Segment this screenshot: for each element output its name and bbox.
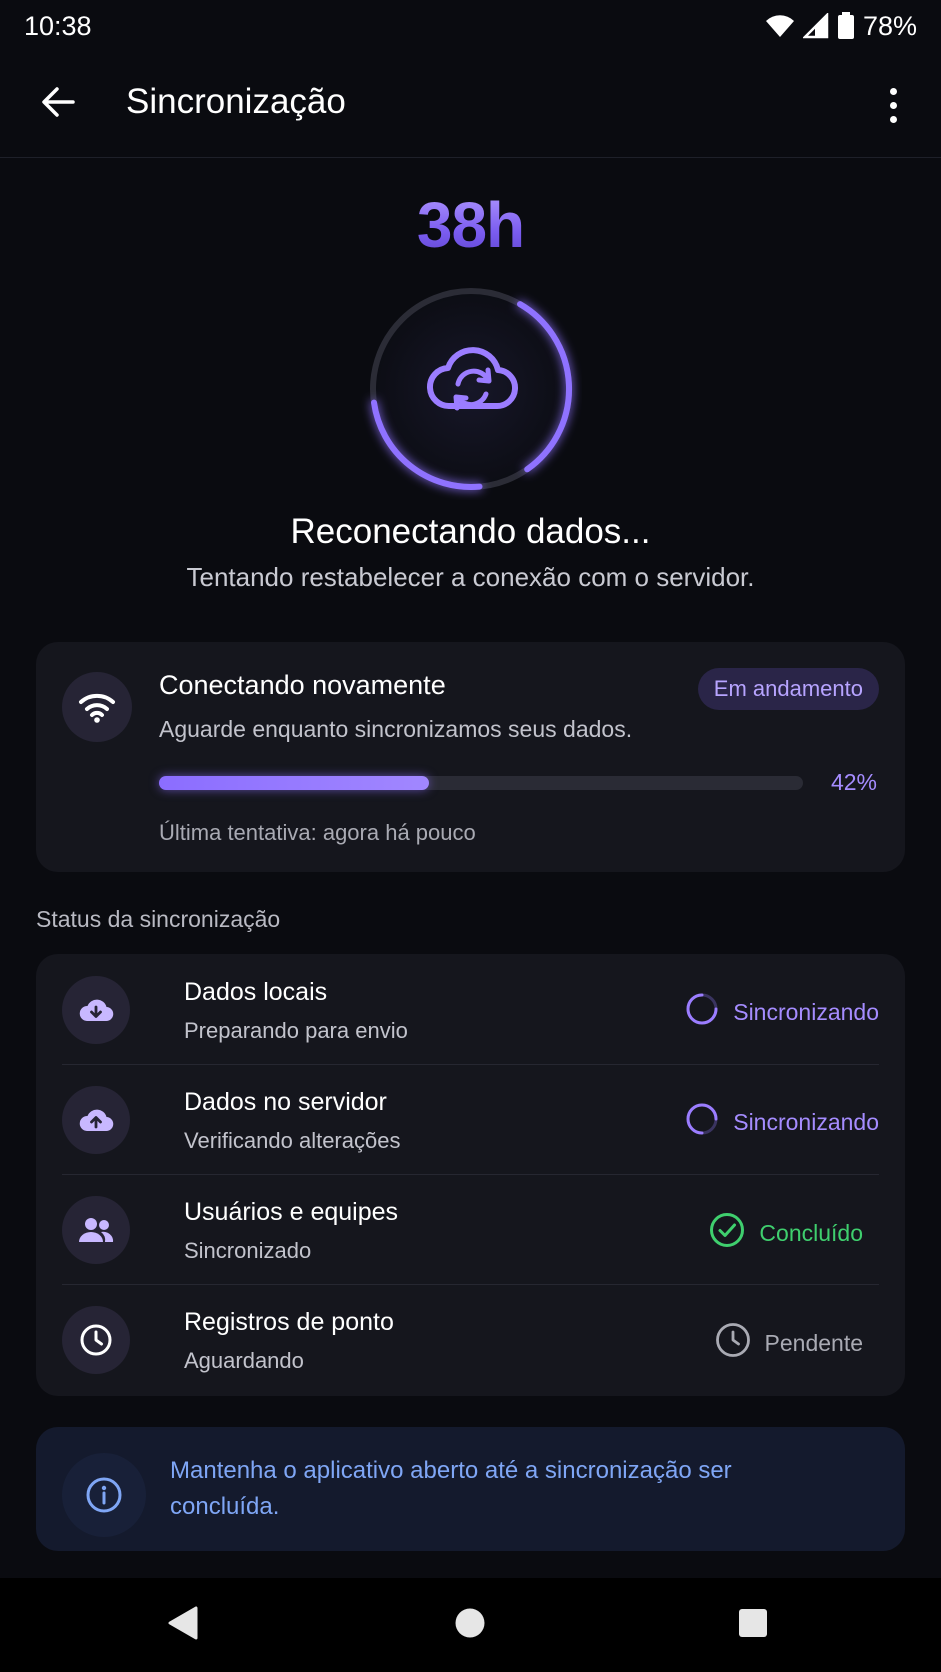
progress-percent: 42%: [830, 769, 877, 795]
people-icon: [62, 1196, 130, 1264]
connection-card: Conectando novamente Aguarde enquanto si…: [36, 642, 905, 872]
nav-recents-button[interactable]: [730, 1602, 776, 1648]
wifi-icon: [765, 13, 795, 39]
page-title: Sincronização: [126, 82, 346, 121]
status-label: Pendente: [764, 1329, 863, 1356]
status-label: Concluído: [759, 1219, 863, 1246]
list-item: Dados no servidor Verificando alterações…: [62, 1064, 879, 1174]
list-item-subtitle: Verificando alterações: [184, 1128, 401, 1153]
nav-recents-icon: [737, 1607, 769, 1644]
list-item-title: Dados locais: [184, 978, 328, 1006]
list-item: Usuários e equipes Sincronizado Concluíd…: [62, 1174, 879, 1284]
list-item-subtitle: Aguardando: [184, 1348, 304, 1373]
clock-outline-icon: [715, 1322, 751, 1364]
list-item-title: Registros de ponto: [184, 1308, 394, 1336]
battery-icon: [837, 12, 855, 40]
more-vert-icon-dot: [889, 115, 897, 123]
clock-icon: [62, 1306, 130, 1374]
wifi-icon: [62, 672, 132, 742]
list-item: Dados locais Preparando para envio Sincr…: [62, 954, 879, 1064]
status-badge: Em andamento: [697, 668, 879, 710]
info-text: Mantenha o aplicativo aberto até a sincr…: [170, 1457, 732, 1520]
status-bar: 10:38 78%: [0, 0, 941, 52]
status-time: 10:38: [24, 10, 92, 41]
status-icons: 78%: [765, 11, 917, 42]
status-indicator: Sincronizando: [685, 992, 879, 1032]
status-label: Sincronizando: [733, 1108, 879, 1135]
elapsed-timer: 38h: [0, 188, 941, 262]
list-item-subtitle: Sincronizado: [184, 1238, 312, 1263]
spinner-icon: [685, 992, 719, 1032]
sync-subheading: Tentando restabelecer a conexão com o se…: [186, 562, 755, 592]
nav-home-icon: [454, 1607, 486, 1644]
progress-bar: [159, 776, 803, 790]
sync-heading: Reconectando dados...: [290, 512, 651, 551]
app-bar: Sincronização: [0, 52, 941, 158]
info-icon: [62, 1453, 146, 1537]
list-item-title: Dados no servidor: [184, 1088, 387, 1116]
connection-subtitle: Aguarde enquanto sincronizamos seus dado…: [159, 716, 633, 742]
arrow-left-icon: [40, 84, 76, 125]
more-vert-icon-dot: [889, 87, 897, 95]
status-indicator: Pendente: [715, 1322, 863, 1364]
spinner-icon: [685, 1102, 719, 1142]
status-indicator: Sincronizando: [685, 1102, 879, 1142]
list-item-title: Usuários e equipes: [184, 1198, 399, 1226]
connection-title: Conectando novamente: [159, 670, 446, 700]
list-item: Registros de ponto Aguardando Pendente: [62, 1284, 879, 1394]
nav-home-button[interactable]: [447, 1602, 493, 1648]
sync-progress-ring: [360, 278, 582, 500]
progress-bar-fill: [159, 776, 430, 790]
nav-back-icon: [168, 1606, 198, 1645]
list-item-subtitle: Preparando para envio: [184, 1018, 408, 1043]
check-circle-icon: [709, 1212, 745, 1254]
status-label: Sincronizando: [733, 998, 879, 1025]
last-attempt-text: Última tentativa: agora há pouco: [159, 820, 476, 845]
back-button[interactable]: [36, 82, 80, 126]
more-options-button[interactable]: [873, 80, 913, 130]
info-banner: Mantenha o aplicativo aberto até a sincr…: [36, 1427, 905, 1551]
signal-icon: [802, 13, 829, 39]
battery-percent: 78%: [862, 10, 917, 41]
nav-back-button[interactable]: [160, 1602, 206, 1648]
status-indicator: Concluído: [709, 1212, 863, 1254]
section-title: Status da sincronização: [36, 906, 281, 932]
cloud-upload-icon: [62, 1086, 130, 1154]
sync-status-list: Dados locais Preparando para envio Sincr…: [36, 954, 905, 1396]
system-nav-bar: [0, 1578, 941, 1672]
cloud-download-icon: [62, 976, 130, 1044]
more-vert-icon-dot: [889, 101, 897, 109]
